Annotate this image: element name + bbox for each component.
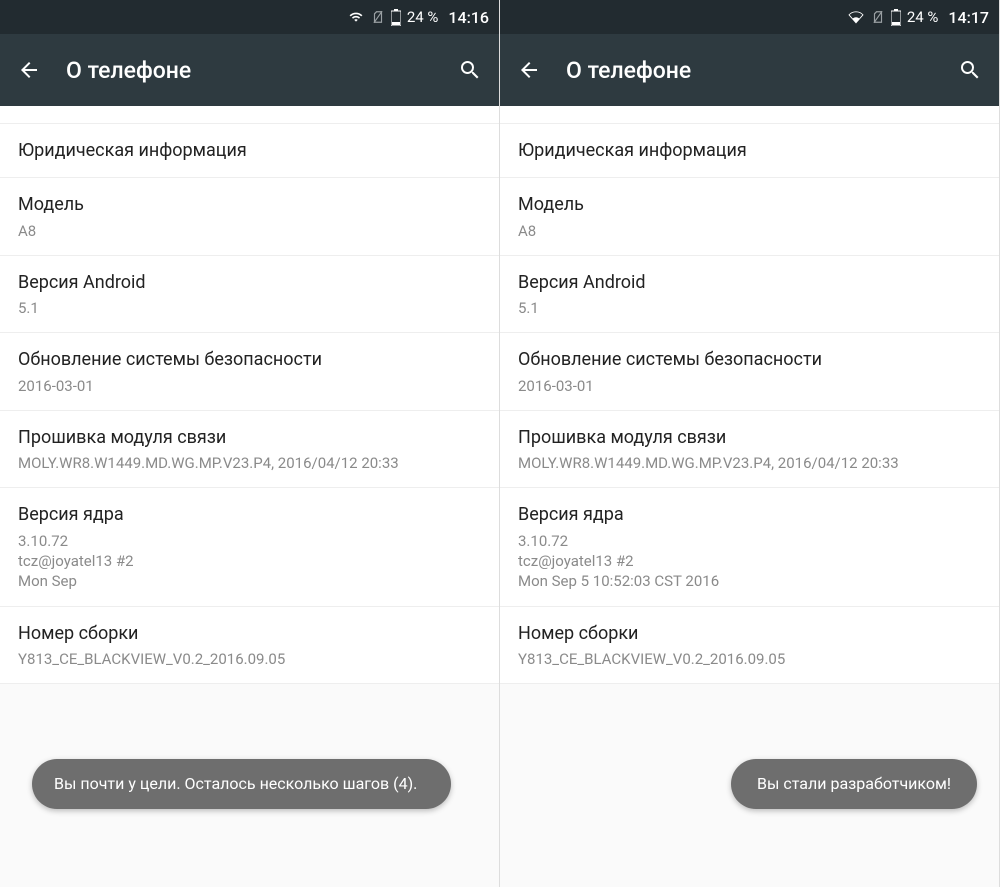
row-label: Юридическая информация: [18, 139, 481, 163]
search-button[interactable]: [455, 58, 485, 82]
row-label: Обновление системы безопасности: [18, 348, 481, 372]
row-build-number[interactable]: Номер сборки Y813_CE_BLACKVIEW_V0.2_2016…: [0, 607, 499, 685]
row-label: Модель: [518, 193, 981, 217]
row-label: Версия ядра: [18, 503, 481, 527]
wifi-icon: [347, 10, 365, 24]
battery-icon: [391, 9, 401, 26]
toast: Вы стали разработчиком!: [731, 759, 977, 809]
wifi-icon: [847, 10, 865, 24]
settings-list: Юридическая информация Модель A8 Версия …: [500, 124, 999, 684]
back-button[interactable]: [514, 58, 544, 82]
screen-left: 24 % 14:16 О телефоне Юридическая информ…: [0, 0, 500, 887]
row-label: Версия ядра: [518, 503, 981, 527]
row-value: MOLY.WR8.W1449.MD.WG.MP.V23.P4, 2016/04/…: [518, 453, 981, 473]
row-android-version[interactable]: Версия Android 5.1: [0, 256, 499, 334]
toast: Вы почти у цели. Осталось несколько шаго…: [32, 759, 451, 809]
row-value: 3.10.72tcz@joyatel13 #2Mon Sep: [18, 531, 481, 592]
row-model[interactable]: Модель A8: [500, 178, 999, 256]
row-value: 5.1: [18, 298, 481, 318]
row-kernel-version[interactable]: Версия ядра 3.10.72tcz@joyatel13 #2Mon S…: [0, 488, 499, 606]
row-label: Прошивка модуля связи: [18, 426, 481, 450]
row-label: Номер сборки: [518, 622, 981, 646]
clock: 14:16: [448, 8, 489, 27]
battery-percent: 24 %: [907, 8, 939, 26]
row-label: Юридическая информация: [518, 139, 981, 163]
back-button[interactable]: [14, 58, 44, 82]
sim-icon: [371, 9, 385, 25]
battery-percent: 24 %: [407, 8, 439, 26]
sim-icon: [871, 9, 885, 25]
battery-icon: [891, 9, 901, 26]
appbar-title: О телефоне: [566, 57, 955, 84]
row-value: A8: [18, 221, 481, 241]
toast-text: Вы стали разработчиком!: [757, 774, 951, 793]
statusbar: 24 % 14:17: [500, 0, 999, 34]
row-build-number[interactable]: Номер сборки Y813_CE_BLACKVIEW_V0.2_2016…: [500, 607, 999, 685]
row-value: MOLY.WR8.W1449.MD.WG.MP.V23.P4, 2016/04/…: [18, 453, 481, 473]
row-value: 5.1: [518, 298, 981, 318]
row-android-version[interactable]: Версия Android 5.1: [500, 256, 999, 334]
row-label: Модель: [18, 193, 481, 217]
row-value: Y813_CE_BLACKVIEW_V0.2_2016.09.05: [518, 649, 981, 669]
row-label: Номер сборки: [18, 622, 481, 646]
settings-list: Юридическая информация Модель A8 Версия …: [0, 124, 499, 684]
row-security-patch[interactable]: Обновление системы безопасности 2016-03-…: [500, 333, 999, 411]
appbar: О телефоне: [500, 34, 999, 106]
search-button[interactable]: [955, 58, 985, 82]
content-top-spacer: [500, 106, 999, 124]
row-legal-info[interactable]: Юридическая информация: [0, 124, 499, 178]
screen-right: 24 % 14:17 О телефоне Юридическая информ…: [500, 0, 1000, 887]
appbar: О телефоне: [0, 34, 499, 106]
row-value: Y813_CE_BLACKVIEW_V0.2_2016.09.05: [18, 649, 481, 669]
toast-text: Вы почти у цели. Осталось несколько шаго…: [54, 774, 417, 793]
row-value: 2016-03-01: [18, 376, 481, 396]
row-legal-info[interactable]: Юридическая информация: [500, 124, 999, 178]
row-value: 2016-03-01: [518, 376, 981, 396]
row-value: A8: [518, 221, 981, 241]
content-top-spacer: [0, 106, 499, 124]
clock: 14:17: [948, 8, 989, 27]
appbar-title: О телефоне: [66, 57, 455, 84]
row-label: Версия Android: [518, 271, 981, 295]
statusbar: 24 % 14:16: [0, 0, 499, 34]
row-label: Версия Android: [18, 271, 481, 295]
row-value: 3.10.72tcz@joyatel13 #2Mon Sep 5 10:52:0…: [518, 531, 981, 592]
row-label: Прошивка модуля связи: [518, 426, 981, 450]
row-baseband[interactable]: Прошивка модуля связи MOLY.WR8.W1449.MD.…: [500, 411, 999, 489]
row-label: Обновление системы безопасности: [518, 348, 981, 372]
row-model[interactable]: Модель A8: [0, 178, 499, 256]
row-security-patch[interactable]: Обновление системы безопасности 2016-03-…: [0, 333, 499, 411]
row-baseband[interactable]: Прошивка модуля связи MOLY.WR8.W1449.MD.…: [0, 411, 499, 489]
row-kernel-version[interactable]: Версия ядра 3.10.72tcz@joyatel13 #2Mon S…: [500, 488, 999, 606]
